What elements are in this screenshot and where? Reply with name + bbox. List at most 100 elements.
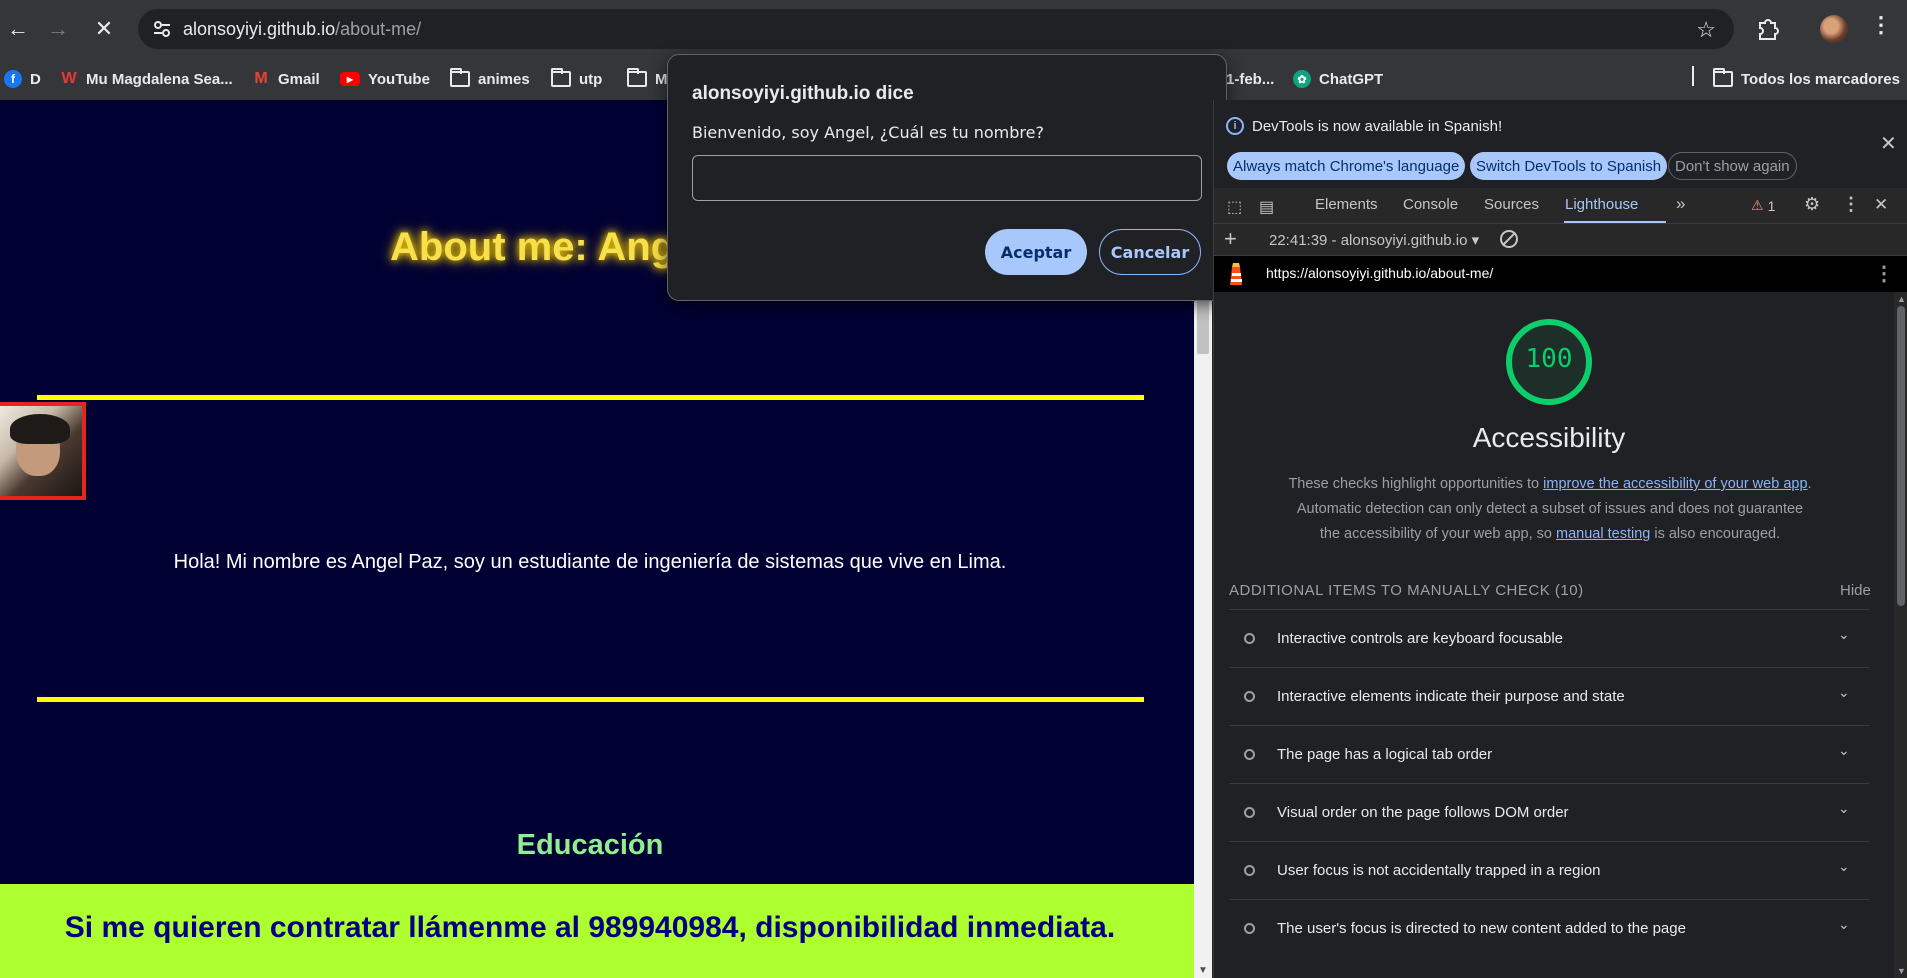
tab-elements[interactable]: Elements — [1315, 196, 1378, 213]
bookmark-mu-magdalena[interactable]: W Mu Magdalena Sea... — [60, 67, 233, 91]
photo-hair — [10, 414, 70, 444]
bookmark-gmail[interactable]: M Gmail — [252, 67, 320, 91]
new-report-plus-icon[interactable]: + — [1224, 226, 1237, 252]
device-toolbar-icon[interactable]: ▤ — [1259, 197, 1277, 216]
tab-lighthouse[interactable]: Lighthouse — [1565, 196, 1638, 213]
bookmark-label: Gmail — [278, 70, 320, 88]
bookmark-label: animes — [478, 70, 530, 88]
url-text[interactable]: alonsoyiyi.github.io/about-me/ — [183, 19, 421, 40]
folder-icon — [1713, 68, 1733, 87]
match-language-button[interactable]: Always match Chrome's language — [1227, 152, 1466, 180]
audit-item[interactable]: Visual order on the page follows DOM ord… — [1229, 783, 1869, 841]
devtools-tabbar: ⬚ ▤ Elements Console Sources Lighthouse … — [1214, 188, 1907, 224]
category-title: Accessibility — [1472, 422, 1626, 453]
devtools-menu-icon[interactable]: ⋮ — [1842, 194, 1860, 214]
lighthouse-report: 100 Accessibility These checks highlight… — [1214, 292, 1894, 978]
audit-item[interactable]: Interactive controls are keyboard focusa… — [1229, 609, 1869, 667]
devtools-panel: i DevTools is now available in Spanish! … — [1213, 100, 1907, 978]
clear-reports-icon[interactable] — [1500, 230, 1518, 248]
stop-loading-icon[interactable]: ✕ — [86, 12, 122, 46]
audit-item[interactable]: User focus is not accidentally trapped i… — [1229, 841, 1869, 899]
audit-title: Interactive controls are keyboard focusa… — [1277, 630, 1563, 647]
report-selector-label: 22:41:39 - alonsoyiyi.github.io — [1269, 232, 1468, 249]
audit-item[interactable]: The user's focus is directed to new cont… — [1229, 899, 1869, 957]
scrollbar-thumb[interactable] — [1897, 306, 1905, 606]
audit-circle-icon — [1244, 749, 1255, 760]
report-selector[interactable]: 22:41:39 - alonsoyiyi.github.io ▾ — [1269, 231, 1479, 249]
scroll-up-arrow-icon[interactable]: ▲ — [1897, 294, 1906, 304]
dropdown-caret-icon: ▾ — [1471, 232, 1480, 249]
audit-title: User focus is not accidentally trapped i… — [1277, 862, 1601, 879]
report-url: https://alonsoyiyi.github.io/about-me/ — [1266, 265, 1494, 281]
manual-check-header: ADDITIONAL ITEMS TO MANUALLY CHECK (10) — [1229, 582, 1584, 599]
chevron-down-icon: ⌄ — [1838, 858, 1850, 874]
lighthouse-toolbar: + 22:41:39 - alonsoyiyi.github.io ▾ — [1214, 224, 1907, 256]
bookmark-folder-animes[interactable]: animes — [450, 67, 530, 91]
folder-icon — [627, 68, 647, 87]
chevron-down-icon: ⌄ — [1838, 626, 1850, 642]
back-arrow-icon[interactable]: ← — [0, 12, 36, 46]
audit-item[interactable]: Interactive elements indicate their purp… — [1229, 667, 1869, 725]
page-title: About me: Ang — [390, 225, 676, 269]
dialog-message: Bienvenido, soy Angel, ¿Cuál es tu nombr… — [692, 123, 1044, 142]
footer-banner: Si me quieren contratar llámenme al 9899… — [0, 884, 1194, 978]
url-path: /about-me/ — [335, 19, 422, 39]
hide-toggle[interactable]: Hide — [1840, 582, 1871, 599]
name-input[interactable] — [692, 155, 1202, 201]
info-icon: i — [1226, 117, 1244, 135]
scroll-down-arrow-icon[interactable]: ▼ — [1897, 966, 1906, 976]
bookmark-label: Mu Magdalena Sea... — [86, 70, 233, 88]
browser-toolbar: ← → ✕ alonsoyiyi.github.io/about-me/ ☆ ⋮ — [0, 0, 1907, 58]
address-bar[interactable]: alonsoyiyi.github.io/about-me/ ☆ — [138, 9, 1734, 49]
warning-count: 1 — [1767, 197, 1776, 214]
bookmark-folder-m[interactable]: M — [627, 67, 668, 91]
divider-rule — [37, 697, 1144, 702]
bookmark-folder-utp[interactable]: utp — [551, 67, 602, 91]
audit-title: The user's focus is directed to new cont… — [1277, 920, 1686, 937]
bookmark-label: 1-feb... — [1226, 70, 1275, 88]
audit-item[interactable]: The page has a logical tab order ⌄ — [1229, 725, 1869, 783]
scrollbar-thumb[interactable] — [1197, 300, 1209, 354]
tab-console[interactable]: Console — [1403, 196, 1458, 213]
bookmark-d[interactable]: f D — [4, 67, 41, 91]
prompt-dialog: alonsoyiyi.github.io dice Bienvenido, so… — [667, 54, 1227, 301]
report-menu-icon[interactable]: ⋮ — [1874, 261, 1894, 286]
lighthouse-logo-icon — [1230, 263, 1242, 285]
tab-sources[interactable]: Sources — [1484, 196, 1539, 213]
bookmark-youtube[interactable]: ▶ YouTube — [340, 67, 430, 91]
audit-circle-icon — [1244, 865, 1255, 876]
bookmark-star-icon[interactable]: ☆ — [1696, 17, 1716, 43]
audit-circle-icon — [1244, 807, 1255, 818]
chatgpt-icon: ✿ — [1293, 70, 1311, 88]
bookmark-1-feb[interactable]: 1-feb... — [1226, 67, 1274, 91]
notice-text: DevTools is now available in Spanish! — [1252, 118, 1503, 135]
gmail-icon: M — [254, 70, 268, 87]
lighthouse-url-bar: https://alonsoyiyi.github.io/about-me/ ⋮ — [1214, 256, 1907, 292]
settings-gear-icon[interactable]: ⚙ — [1804, 194, 1822, 214]
site-settings-icon[interactable] — [152, 19, 172, 39]
accept-button[interactable]: Aceptar — [985, 229, 1087, 275]
chrome-menu-icon[interactable]: ⋮ — [1870, 12, 1892, 38]
inspect-element-icon[interactable]: ⬚ — [1227, 197, 1245, 216]
w-logo-icon: W — [61, 70, 77, 87]
scroll-down-arrow-icon[interactable]: ▼ — [1198, 965, 1208, 976]
bookmark-label: utp — [579, 70, 603, 88]
dialog-title: alonsoyiyi.github.io dice — [692, 83, 914, 104]
audit-title: The page has a logical tab order — [1277, 746, 1493, 763]
language-notice: i DevTools is now available in Spanish! … — [1214, 100, 1907, 188]
bookmark-chatgpt[interactable]: ✿ ChatGPT — [1293, 67, 1383, 91]
forward-arrow-icon[interactable]: → — [40, 12, 76, 46]
devtools-scrollbar[interactable]: ▲ ▼ — [1894, 292, 1907, 978]
profile-avatar[interactable] — [1820, 15, 1848, 43]
warnings-badge[interactable]: ⚠ 1 — [1751, 197, 1775, 214]
manual-testing-link[interactable]: manual testing — [1556, 526, 1650, 542]
close-devtools-icon[interactable]: ✕ — [1874, 195, 1892, 214]
close-notice-icon[interactable]: ✕ — [1880, 131, 1897, 156]
switch-spanish-button[interactable]: Switch DevTools to Spanish — [1470, 152, 1668, 180]
accessibility-docs-link[interactable]: improve the accessibility of your web ap… — [1543, 476, 1807, 492]
more-tabs-chevron-icon[interactable]: » — [1676, 194, 1685, 214]
cancel-button[interactable]: Cancelar — [1099, 229, 1201, 275]
extensions-icon[interactable] — [1752, 14, 1782, 44]
bookmark-all-bookmarks[interactable]: Todos los marcadores — [1713, 67, 1900, 91]
dont-show-again-button[interactable]: Don't show again — [1668, 152, 1797, 180]
